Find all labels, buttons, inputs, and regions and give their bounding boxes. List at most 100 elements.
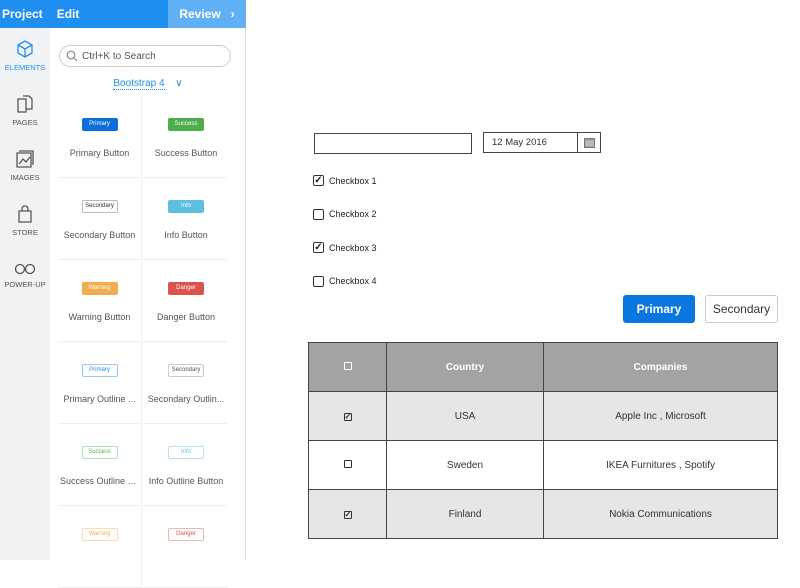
search-placeholder: Ctrl+K to Search [82,50,156,62]
element-tile[interactable]: Success Success Outline B... [58,424,142,506]
element-tile[interactable]: Primary Primary Button [58,96,142,178]
sidebar-item-elements[interactable]: ELEMENTS [0,28,50,83]
sidebar-item-images[interactable]: IMAGES [0,138,50,193]
cell-country: USA [386,391,544,441]
bag-icon [18,205,32,223]
tile-label: Danger Button [156,312,216,322]
rail-label: POWER-UP [4,280,46,289]
chevron-right-icon: › [230,7,235,21]
element-tile[interactable]: Primary Primary Outline ... [58,342,142,424]
cell-country: Finland [386,489,544,539]
select-all-checkbox[interactable] [308,342,387,392]
image-icon [16,150,34,168]
cell-country: Sweden [386,440,544,490]
element-tile[interactable]: Danger Danger Button [144,260,228,342]
row-checkbox[interactable]: ✓ [308,489,387,539]
mini-button-preview: Success [81,446,118,459]
tile-label: Primary Button [69,148,130,158]
row-checkbox[interactable]: ✓ [308,391,387,441]
mini-button-preview: Primary [81,118,118,131]
pages-icon [17,95,33,113]
mini-button-preview: Warning [81,282,118,295]
date-value: 12 May 2016 [492,137,547,148]
mini-button-preview: Danger [168,528,204,541]
tile-label: Info Outline Button [148,476,224,486]
element-tile[interactable]: Info Info Outline Button [144,424,228,506]
element-tile[interactable]: Secondary Secondary Button [58,178,142,260]
cell-companies: Nokia Communications [543,489,778,539]
mini-button-preview: Success [168,118,204,131]
search-input[interactable]: Ctrl+K to Search [59,45,231,67]
header-companies: Companies [543,342,778,392]
rail-label: ELEMENTS [4,63,46,72]
chevron-down-icon: ∨ [175,78,183,89]
checkbox-label: Checkbox 1 [329,175,377,186]
element-tile[interactable]: Warning [58,506,142,588]
checkbox-checked-icon[interactable]: ✓ [343,510,352,519]
element-tile[interactable]: Secondary Secondary Outlin... [144,342,228,424]
rail-label: IMAGES [10,173,40,182]
table-row: Sweden IKEA Furnitures , Spotify [308,440,778,490]
table-row: ✓ USA Apple Inc , Microsoft [308,391,778,441]
checkbox-4[interactable]: Checkbox 4 [313,275,377,287]
date-picker[interactable]: 12 May 2016 [483,132,601,153]
mini-button-preview: Secondary [168,364,204,377]
top-bar: Project Edit [0,0,168,28]
review-button[interactable]: Review › [168,0,246,28]
rail-label: PAGES [12,118,38,127]
checkbox-empty-icon[interactable] [313,208,324,220]
checkbox-empty-icon[interactable] [313,275,324,287]
tile-label: Secondary Outlin... [147,394,225,404]
element-tile[interactable]: Warning Warning Button [58,260,142,342]
sidebar-item-power-up[interactable]: POWER-UP [0,248,50,303]
sidebar-item-pages[interactable]: PAGES [0,83,50,138]
checkbox-2[interactable]: Checkbox 2 [313,208,377,220]
mini-button-preview: Primary [81,364,118,377]
row-checkbox[interactable] [308,440,387,490]
tile-label: Success Button [154,148,218,158]
edit-menu[interactable]: Edit [57,7,80,21]
mini-button-preview: Info [168,446,204,459]
tile-label: Secondary Button [63,230,136,240]
tile-label: Success Outline B... [60,476,141,486]
checkbox-1[interactable]: ✓ Checkbox 1 [313,175,377,186]
element-tile[interactable]: Success Success Button [144,96,228,178]
search-icon [66,50,78,62]
table-header: Country Companies [308,342,778,392]
sidebar-item-store[interactable]: STORE [0,193,50,248]
checkbox-3[interactable]: ✓ Checkbox 3 [313,242,377,253]
header-country: Country [386,342,544,392]
cell-companies: IKEA Furnitures , Spotify [543,440,778,490]
calendar-icon[interactable] [577,133,600,152]
text-input[interactable] [314,133,472,154]
library-select[interactable]: Bootstrap 4 ∨ [50,78,246,90]
checkbox-label: Checkbox 4 [329,276,377,286]
checkbox-empty-icon[interactable] [343,459,352,468]
primary-button[interactable]: Primary [623,295,695,323]
cube-icon [17,40,33,58]
checkbox-checked-icon[interactable]: ✓ [343,412,352,421]
checkbox-label: Checkbox 3 [329,242,377,253]
mini-button-preview: Danger [168,282,204,295]
mini-button-preview: Warning [81,528,118,541]
project-menu[interactable]: Project [2,7,43,21]
sidebar-rail: ELEMENTS PAGES IMAGES STORE POWER-UP [0,28,50,560]
checkbox-checked-icon[interactable]: ✓ [313,175,324,186]
review-label: Review [179,7,221,21]
mini-button-preview: Secondary [81,200,118,213]
rail-label: STORE [12,228,38,237]
elements-panel: Ctrl+K to Search Bootstrap 4 ∨ Primary Pr… [50,28,246,588]
element-tile[interactable]: Danger [144,506,228,588]
library-label: Bootstrap 4 [113,78,165,90]
companies-table: Country Companies ✓ USA Apple Inc , Micros… [308,342,778,539]
table-row: ✓ Finland Nokia Communications [308,489,778,539]
tile-label: Info Button [164,230,208,240]
checkbox-checked-icon[interactable]: ✓ [313,242,324,253]
element-tile[interactable]: Info Info Button [144,178,228,260]
tile-label: Warning Button [68,312,131,322]
mini-button-preview: Info [168,200,204,213]
cell-companies: Apple Inc , Microsoft [543,391,778,441]
checkbox-label: Checkbox 2 [329,209,377,219]
infinity-icon [14,263,36,275]
secondary-button[interactable]: Secondary [705,295,778,323]
